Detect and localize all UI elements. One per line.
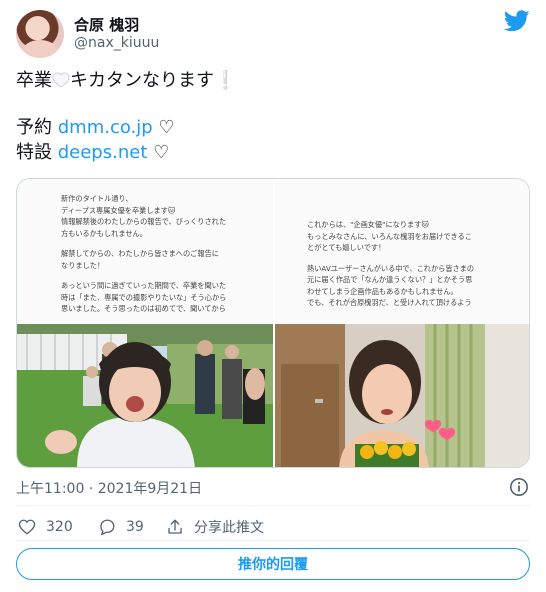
deeps-link[interactable]: deeps.net — [58, 142, 148, 163]
reply-prompt-button[interactable]: 推你的回覆 — [16, 548, 530, 580]
announcement-note-left: 新作のタイトル通り、 ディープス専属女優を卒業します🐱 情報解禁後のわたしからの… — [17, 179, 273, 324]
note-right-paragraph: 熱いAVユーザーさんがいる中で、これから皆さまの 元に届く作品で「なんか違うくな… — [307, 263, 475, 308]
reply-icon — [100, 519, 115, 536]
divider — [16, 505, 530, 506]
like-count: 320 — [46, 519, 73, 535]
timestamp-separator: · — [84, 481, 98, 497]
reserve-label: 予約 — [16, 117, 58, 138]
author-name[interactable]: 合原 槐羽 — [74, 14, 139, 35]
graduation-photo-outdoor — [17, 324, 273, 467]
share-icon — [168, 519, 182, 534]
reply-action-button[interactable]: 39 — [98, 516, 144, 538]
special-heart: ♡ — [147, 142, 170, 163]
tweet-text: 卒業 キカタンなります❕ 予約 dmm.co.jp ♡ 特設 deeps.net … — [16, 68, 530, 165]
tweet-line-1-b: キカタンなります — [70, 70, 214, 91]
twitter-bird-icon[interactable] — [504, 10, 530, 32]
tweet-actions: 320 39 分享此推文 — [16, 516, 530, 540]
share-button[interactable]: 分享此推文 — [166, 516, 264, 538]
tweet-line-1-a: 卒業 — [16, 70, 52, 91]
like-button[interactable]: 320 — [18, 516, 73, 538]
announcement-note-right: これからは、"企画女優"になります🐱 もっとみなさんに、いろんな槐羽をお届けでき… — [275, 179, 529, 324]
special-label: 特設 — [16, 142, 58, 163]
reply-count: 39 — [126, 519, 144, 535]
author-handle[interactable]: @nax_kiuuu — [74, 35, 159, 51]
white-heart-icon — [52, 72, 70, 88]
tweet-header: 合原 槐羽 @nax_kiuuu — [16, 10, 530, 58]
divider — [16, 540, 530, 541]
info-icon[interactable] — [509, 477, 529, 497]
note-left-paragraph: あっという間に過ぎていった期間で、卒業を聞いた 時は「また、専属での撮影やりたい… — [61, 281, 227, 313]
note-left-paragraph: 解禁してからの、わたしから皆さまへのご報告に なりました！ — [61, 249, 219, 270]
dmm-link[interactable]: dmm.co.jp — [58, 117, 153, 138]
avatar[interactable] — [16, 10, 64, 58]
graduation-photo-indoor — [275, 324, 529, 467]
media-image-1[interactable]: 新作のタイトル通り、 ディープス専属女優を卒業します🐱 情報解禁後のわたしからの… — [17, 179, 273, 467]
heart-icon — [18, 519, 36, 535]
note-left-paragraph: 新作のタイトル通り、 ディープス専属女優を卒業します🐱 情報解禁後のわたしからの… — [61, 194, 227, 238]
media-grid: 新作のタイトル通り、 ディープス専属女優を卒業します🐱 情報解禁後のわたしからの… — [16, 178, 530, 468]
tweet-time: 上午11:00 — [16, 481, 85, 497]
note-right-paragraph: これからは、"企画女優"になります🐱 もっとみなさんに、いろんな槐羽をお届けでき… — [307, 220, 472, 252]
reserve-heart: ♡ — [152, 117, 175, 138]
share-label: 分享此推文 — [194, 520, 264, 536]
tweet-timestamp[interactable]: 上午11:00 · 2021年9月21日 — [16, 478, 202, 498]
tweet-line-1-end: ❕ — [214, 70, 237, 91]
tweet-date: 2021年9月21日 — [97, 481, 203, 497]
media-image-2[interactable]: これからは、"企画女優"になります🐱 もっとみなさんに、いろんな槐羽をお届けでき… — [275, 179, 529, 467]
